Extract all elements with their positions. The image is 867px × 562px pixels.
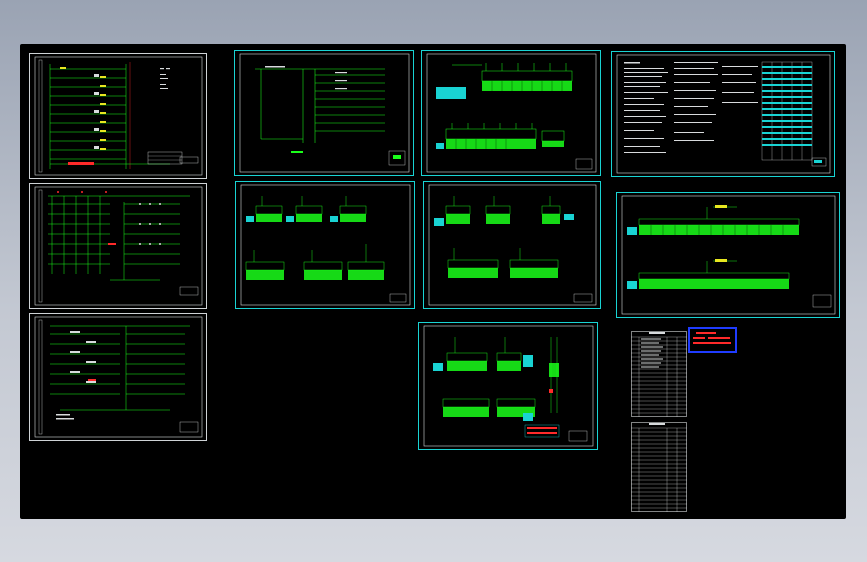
stamp-graphic <box>693 332 731 344</box>
drawing-list-table-1 <box>631 331 687 417</box>
panel-schedule-1 <box>426 53 597 173</box>
system-diagram-1 <box>239 53 410 173</box>
design-notes-sheet <box>616 54 831 174</box>
drawing-sheet-panels-2[interactable] <box>235 181 415 309</box>
drawing-sheet-panels-wide[interactable] <box>616 192 840 318</box>
drawing-sheet-panels-4[interactable] <box>418 322 598 450</box>
drawing-list-table-2 <box>631 422 687 512</box>
panel-schedule-4 <box>423 325 594 447</box>
red-stamp-block <box>688 327 737 353</box>
panel-schedule-wide <box>621 195 836 315</box>
riser-diagram-3 <box>34 316 203 438</box>
model-space-canvas[interactable] <box>20 44 846 519</box>
riser-diagram-1 <box>34 56 203 176</box>
drawing-sheet-panels-1[interactable] <box>421 50 601 176</box>
riser-diagram-2 <box>34 186 203 306</box>
panel-schedule-2 <box>240 184 411 306</box>
drawing-sheet-riser-3[interactable] <box>29 313 207 441</box>
drawing-sheet-riser-2[interactable] <box>29 183 207 309</box>
drawing-sheet-notes[interactable] <box>611 51 835 177</box>
drawing-sheet-riser-1[interactable] <box>29 53 207 179</box>
drawing-sheet-panels-3[interactable] <box>423 181 601 309</box>
drawing-sheet-system-1[interactable] <box>234 50 414 176</box>
panel-schedule-3 <box>428 184 597 306</box>
